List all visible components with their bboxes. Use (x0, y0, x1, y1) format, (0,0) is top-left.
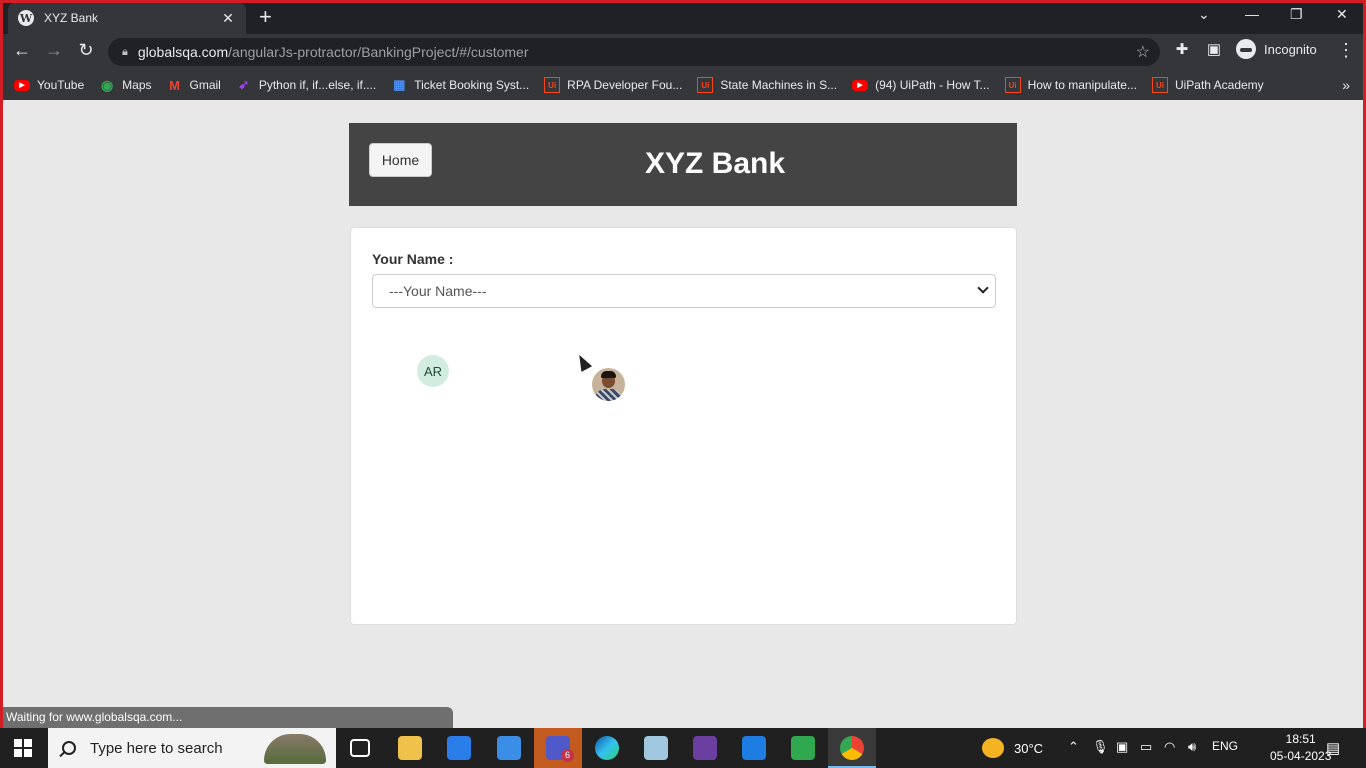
bookmark-manipulate[interactable]: Ui How to manipulate... (1004, 77, 1137, 93)
back-button[interactable]: ← (10, 40, 34, 61)
extensions-icon[interactable]: ✚ (1170, 40, 1194, 58)
bank-header: Home XYZ Bank (349, 123, 1017, 206)
language-indicator[interactable]: ENG (1212, 739, 1238, 753)
bookmark-uipath-video[interactable]: ▶ (94) UiPath - How T... (852, 78, 990, 92)
minimize-button[interactable]: — (1245, 6, 1259, 22)
clock-date: 05-04-2023 (1270, 749, 1332, 763)
volume-icon[interactable]: 🔊︎ (1188, 739, 1196, 755)
tab-search-icon[interactable]: ⌄ (1198, 6, 1210, 23)
meet-icon[interactable]: ▣ (1116, 739, 1128, 755)
chevron-down-icon (977, 282, 989, 294)
bookmarks-bar: ▶ YouTube ◉ Maps M Gmail ➹ Python if, if...e… (0, 70, 1366, 100)
your-name-select[interactable]: ---Your Name--- (372, 274, 996, 308)
system-clock[interactable]: 18:51 05-04-2023 (1270, 731, 1331, 765)
tab-title: XYZ Bank (44, 11, 99, 25)
search-highlight-image (264, 734, 326, 764)
lock-icon: 🔒︎ (122, 45, 128, 58)
page-title: XYZ Bank (644, 147, 786, 180)
bookmark-python[interactable]: ➹ Python if, if...else, if.... (236, 77, 376, 93)
side-panel-icon[interactable]: ▣ (1202, 40, 1226, 58)
notifications-icon[interactable]: ▤ (1326, 739, 1340, 757)
browser-toolbar: ← → ↻ 🔒︎ globalsqa.com/angularJs-protrac… (0, 34, 1366, 70)
browser-tab[interactable]: W XYZ Bank ✕ (8, 2, 246, 34)
uipath-icon: Ui (544, 77, 561, 93)
file-explorer-icon[interactable] (398, 736, 422, 760)
reload-button[interactable]: ↻ (74, 40, 98, 61)
uipath-studio-icon[interactable] (742, 736, 766, 760)
uipath-icon: Ui (697, 77, 714, 93)
bookmark-maps[interactable]: ◉ Maps (99, 77, 151, 93)
uipath-icon: Ui (1151, 77, 1168, 93)
wordpress-icon: W (18, 10, 34, 26)
address-bar[interactable]: 🔒︎ globalsqa.com/angularJs-protractor/Ba… (108, 38, 1160, 66)
notification-badge: 6 (561, 749, 574, 762)
new-tab-button[interactable]: + (259, 6, 272, 28)
battery-icon[interactable]: ▭ (1140, 739, 1152, 755)
avatar: AR (417, 355, 449, 387)
bookmark-label: How to manipulate... (1027, 78, 1137, 92)
chevron-up-icon[interactable]: ⌃ (1068, 739, 1079, 755)
forward-button[interactable]: → (42, 40, 66, 61)
user-photo-avatar (592, 368, 625, 401)
bookmark-star-icon[interactable]: ☆ (1136, 42, 1150, 62)
bookmark-label: Python if, if...else, if.... (258, 78, 377, 92)
customer-login-panel: Your Name : ---Your Name--- (350, 227, 1017, 625)
weather-widget[interactable]: 30°C (982, 738, 1043, 758)
windows-start-icon[interactable] (14, 739, 32, 757)
url-path: /angularJs-protractor/BankingProject/#/c… (228, 44, 529, 60)
status-bar: Waiting for www.globalsqa.com... (3, 707, 453, 728)
restore-button[interactable]: ❐ (1290, 6, 1303, 23)
close-tab-icon[interactable]: ✕ (220, 10, 236, 27)
page-content: Home XYZ Bank Your Name : ---Your Name--… (3, 100, 1363, 728)
incognito-indicator[interactable]: Incognito (1236, 39, 1317, 59)
incognito-label: Incognito (1264, 41, 1317, 57)
uipath-icon: Ui (1004, 77, 1021, 93)
microphone-icon[interactable]: 🎙︎ (1092, 739, 1109, 755)
app-icon[interactable] (644, 736, 668, 760)
chrome-icon[interactable] (840, 736, 864, 760)
bookmark-label: State Machines in S... (720, 78, 838, 92)
weather-icon (982, 738, 1004, 758)
task-view-icon[interactable] (350, 739, 370, 757)
youtube-icon: ▶ (852, 79, 869, 91)
bookmark-label: Ticket Booking Syst... (414, 78, 530, 92)
gmail-icon: M (169, 77, 180, 93)
youtube-icon: ▶ (14, 79, 30, 91)
bookmark-ticket-booking[interactable]: ▦ Ticket Booking Syst... (391, 77, 529, 93)
search-icon (62, 741, 76, 755)
ticket-icon: ▦ (393, 77, 406, 92)
bookmark-label: (94) UiPath - How T... (875, 78, 990, 92)
bookmark-label: UiPath Academy (1174, 78, 1264, 92)
uipath-assistant-icon[interactable] (693, 736, 717, 760)
url-host: globalsqa.com (137, 44, 229, 60)
clock-time: 18:51 (1285, 732, 1316, 746)
incognito-icon (1236, 39, 1256, 59)
bookmark-rpa-developer[interactable]: Ui RPA Developer Fou... (544, 77, 682, 93)
weather-temp: 30°C (1014, 740, 1044, 756)
player-icon[interactable] (791, 736, 815, 760)
menu-icon[interactable]: ⋮ (1334, 40, 1358, 61)
python-icon: ➹ (238, 77, 250, 92)
taskbar-search[interactable]: Type here to search (48, 728, 336, 768)
bookmark-label: Gmail (189, 78, 221, 92)
store-icon[interactable] (447, 736, 471, 760)
browser-tabstrip: W XYZ Bank ✕ + ⌄ — ❐ ✕ (0, 0, 1366, 34)
maps-icon: ◉ (101, 76, 114, 93)
bookmark-uipath-academy[interactable]: Ui UiPath Academy (1151, 77, 1264, 93)
wifi-icon[interactable]: ◠ (1164, 739, 1175, 755)
mail-icon[interactable] (497, 736, 521, 760)
bookmark-label: Maps (122, 78, 152, 92)
select-value: ---Your Name--- (389, 283, 487, 299)
bookmark-state-machines[interactable]: Ui State Machines in S... (697, 77, 837, 93)
close-window-button[interactable]: ✕ (1336, 6, 1348, 23)
your-name-label: Your Name : (372, 251, 454, 267)
more-bookmarks-icon[interactable]: » (1342, 77, 1350, 93)
bookmark-gmail[interactable]: M Gmail (167, 77, 221, 93)
edge-icon[interactable] (595, 736, 619, 760)
search-placeholder: Type here to search (90, 739, 223, 757)
windows-taskbar: Type here to search 6 30°C ⌃ 🎙︎ ▣ ▭ ◠ 🔊︎… (0, 728, 1366, 768)
bookmark-label: RPA Developer Fou... (567, 78, 683, 92)
bookmark-label: YouTube (37, 78, 85, 92)
bookmark-youtube[interactable]: ▶ YouTube (14, 78, 84, 92)
